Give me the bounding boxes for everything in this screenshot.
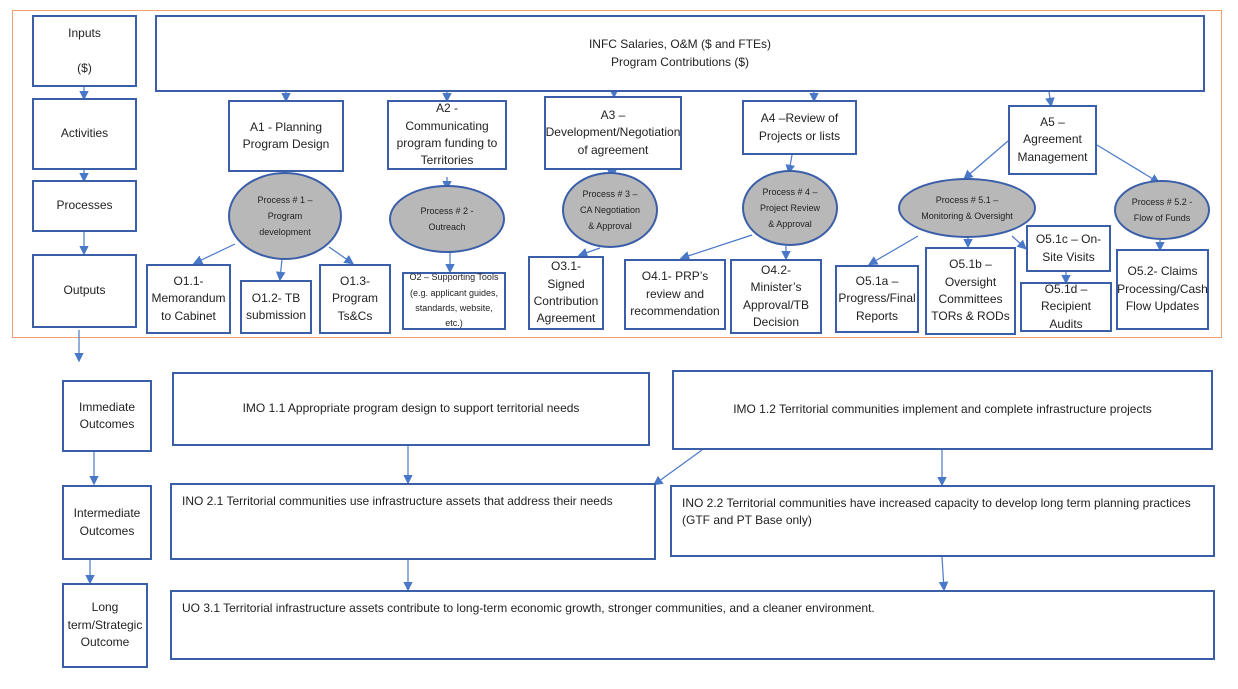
- row-label-processes: Processes: [32, 180, 137, 232]
- activity-a5: A5 – Agreement Management: [1008, 105, 1097, 175]
- activity-a4: A4 –Review of Projects or lists: [742, 100, 857, 155]
- output-o4-2: O4.2- Minister’s Approval/TB Decision: [730, 259, 822, 334]
- process-4: Process # 4 – Project Review & Approval: [742, 170, 838, 246]
- outcome-ino-2-2: INO 2.2 Territorial communities have inc…: [670, 485, 1215, 557]
- arrow: [275, 258, 286, 282]
- process-5-2: Process # 5.2 - Flow of Funds: [1114, 180, 1210, 240]
- output-o5-1d: O5.1d – Recipient Audits: [1020, 282, 1112, 332]
- logic-model-diagram: Inputs ($) Activities Processes Outputs …: [0, 0, 1238, 689]
- outcome-imo-1-1: IMO 1.1 Appropriate program design to su…: [172, 372, 650, 446]
- output-o5-2: O5.2- Claims Processing/Cash Flow Update…: [1116, 249, 1209, 330]
- process-5-1: Process # 5.1 – Monitoring & Oversight: [898, 178, 1036, 238]
- process-3: Process # 3 – CA Negotiation & Approval: [562, 172, 658, 248]
- process-2: Process # 2 - Outreach: [389, 185, 505, 253]
- activity-a1: A1 - Planning Program Design: [228, 100, 344, 172]
- arrow: [1096, 144, 1161, 184]
- row-label-immediate-outcomes: Immediate Outcomes: [62, 380, 152, 452]
- output-o5-1a: O5.1a – Progress/Final Reports: [835, 265, 919, 333]
- outcome-uo-3-1: UO 3.1 Territorial infrastructure assets…: [170, 590, 1215, 660]
- output-o5-1c: O5.1c – On- Site Visits: [1026, 225, 1111, 272]
- output-o1-2: O1.2- TB submission: [240, 280, 312, 334]
- arrow: [679, 234, 753, 261]
- arrow: [577, 247, 601, 258]
- row-label-inputs: Inputs ($): [32, 15, 137, 87]
- arrow: [1045, 91, 1055, 108]
- activity-a2: A2 - Communicating program funding to Te…: [387, 100, 507, 170]
- arrow: [653, 449, 703, 486]
- row-label-outputs: Outputs: [32, 254, 137, 328]
- row-label-activities: Activities: [32, 98, 137, 170]
- row-label-intermediate-outcomes: Intermediate Outcomes: [62, 485, 152, 560]
- output-o1-1: O1.1- Memorandum to Cabinet: [146, 264, 231, 334]
- arrow: [328, 246, 354, 265]
- output-o4-1: O4.1- PRP’s review and recommendation: [624, 259, 726, 330]
- arrow: [938, 556, 949, 592]
- row-label-longterm-outcome: Long term/Strategic Outcome: [62, 583, 148, 668]
- output-o3-1: O3.1- Signed Contribution Agreement: [528, 256, 604, 330]
- outcome-imo-1-2: IMO 1.2 Territorial communities implemen…: [672, 370, 1213, 450]
- arrow: [963, 140, 1009, 180]
- arrow: [867, 235, 919, 266]
- outcome-ino-2-1: INO 2.1 Territorial communities use infr…: [170, 483, 656, 560]
- output-o1-3: O1.3- Program Ts&Cs: [319, 264, 391, 334]
- arrow: [192, 243, 236, 265]
- output-o2: O2 – Supporting Tools (e.g. applicant gu…: [402, 272, 506, 330]
- output-o5-1b: O5.1b – Oversight Committees TORs & RODs: [925, 247, 1016, 335]
- process-1: Process # 1 – Program development: [228, 172, 342, 260]
- activity-a3: A3 – Development/Negotiation of agreemen…: [544, 96, 682, 170]
- inputs-banner: INFC Salaries, O&M ($ and FTEs) Program …: [155, 15, 1205, 92]
